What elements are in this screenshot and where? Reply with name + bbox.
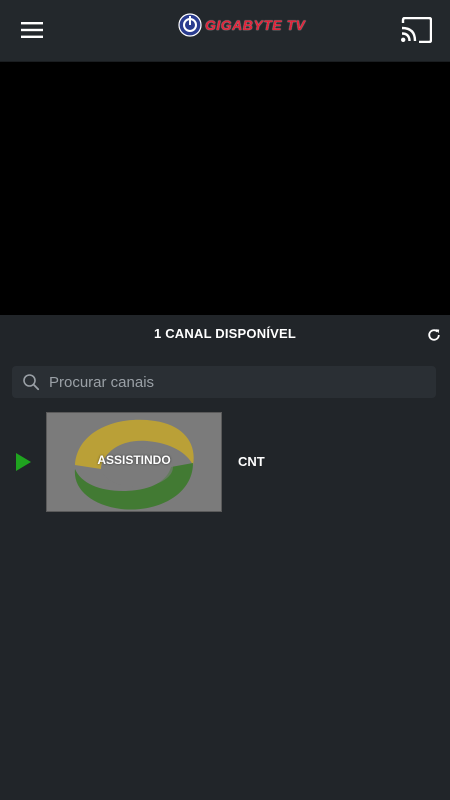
video-player[interactable] — [0, 62, 450, 315]
search-icon — [23, 374, 40, 391]
play-icon — [16, 453, 31, 471]
refresh-icon — [428, 329, 440, 341]
channel-count-text: 1 CANAL DISPONÍVEL — [153, 326, 297, 341]
watching-badge: ASSISTINDO — [97, 453, 171, 467]
menu-button[interactable] — [14, 14, 50, 46]
channel-thumbnail: ASSISTINDO — [46, 412, 222, 512]
logo-text: GIGABYTE TV — [205, 17, 306, 33]
channel-count-bar: 1 CANAL DISPONÍVEL — [0, 315, 450, 353]
hamburger-menu-icon — [21, 22, 43, 38]
refresh-button[interactable] — [424, 325, 444, 345]
channel-name: CNT — [238, 454, 265, 469]
search-bar — [12, 366, 436, 398]
channel-list-item[interactable]: ASSISTINDO CNT — [0, 412, 450, 512]
gigabyte-logo-icon — [178, 13, 202, 37]
cast-icon — [401, 17, 432, 43]
search-input[interactable] — [47, 366, 436, 398]
app-logo: GIGABYTE TV — [178, 11, 305, 39]
top-app-bar: GIGABYTE TV — [0, 0, 450, 62]
cast-button[interactable] — [398, 14, 434, 46]
